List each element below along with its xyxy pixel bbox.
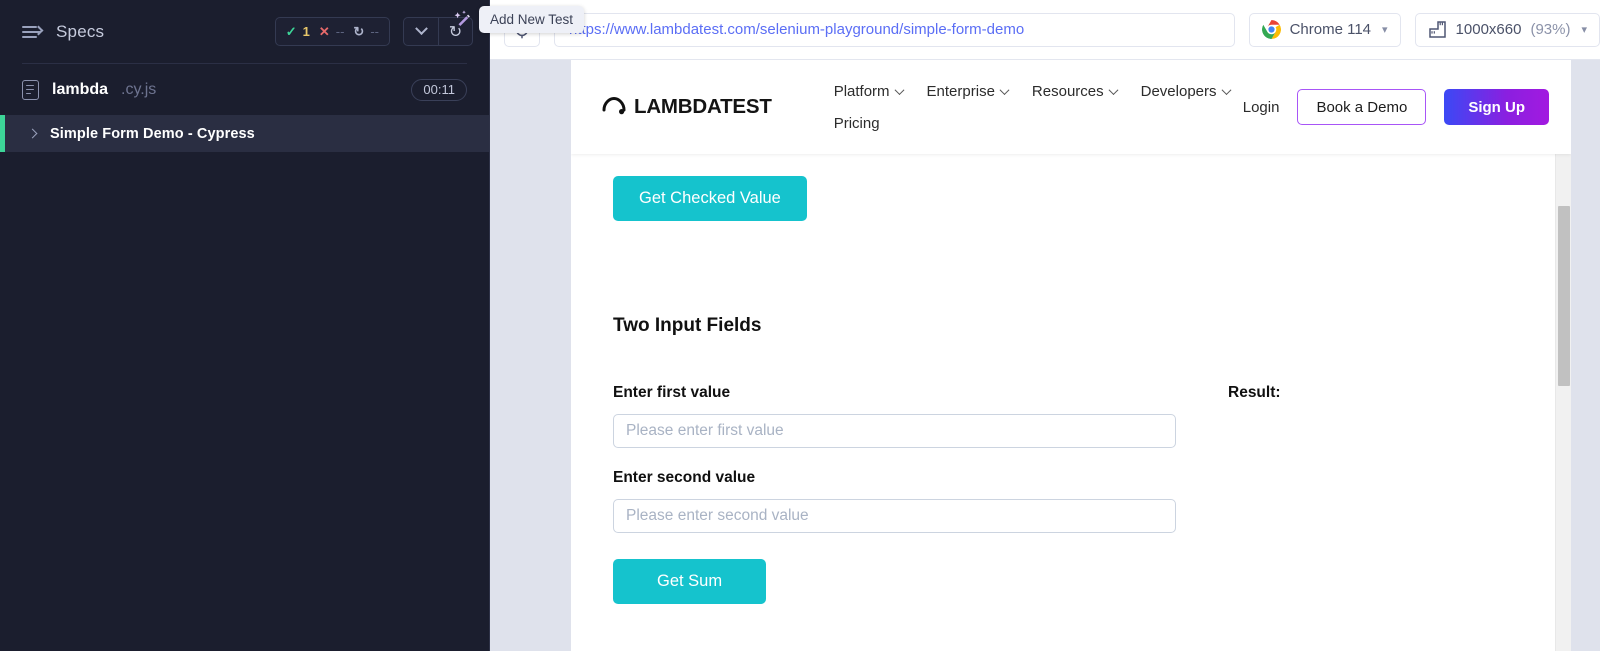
add-new-test-tooltip: Add New Test [479, 6, 585, 33]
get-checked-value-button[interactable]: Get Checked Value [613, 176, 807, 221]
page-content: Get Checked Value Two Input Fields Resul… [571, 154, 1571, 604]
viewport-zoom: (93%) [1530, 21, 1571, 38]
book-a-demo-button[interactable]: Book a Demo [1297, 89, 1427, 125]
second-value-label: Enter second value [613, 469, 756, 486]
scrollbar-thumb[interactable] [1558, 206, 1570, 386]
stat-pending-count: -- [370, 24, 379, 39]
stat-passed: ✓ 1 [286, 24, 310, 39]
specs-header-left: Specs [22, 22, 275, 42]
site-nav-actions: Login Book a Demo Sign Up [1243, 89, 1549, 125]
check-icon: ✓ [285, 24, 297, 39]
browser-preview-pane: https://www.lambdatest.com/selenium-play… [490, 0, 1600, 651]
section-title-two-input-fields: Two Input Fields [613, 315, 762, 336]
nav-item-resources[interactable]: Resources [1031, 82, 1119, 100]
collapse-all-button[interactable] [404, 18, 438, 45]
first-value-input[interactable] [613, 414, 1176, 448]
nav-item-pricing[interactable]: Pricing [834, 115, 880, 132]
second-value-input[interactable] [613, 499, 1176, 533]
nav-item-developers[interactable]: Developers [1140, 82, 1231, 100]
lambdatest-arch-logo-icon [601, 95, 627, 119]
login-link[interactable]: Login [1243, 99, 1280, 116]
stat-pending: ↻ -- [353, 24, 379, 39]
test-name: Simple Form Demo - Cypress [50, 125, 255, 142]
chevron-down-icon: ▾ [1581, 24, 1587, 36]
magic-wand-icon[interactable] [452, 8, 474, 30]
stat-passed-count: 1 [302, 24, 310, 39]
lambdatest-page: LAMBDATEST Platform Enterprise Resources [571, 60, 1571, 651]
nav-label: Platform [833, 82, 890, 100]
specs-list-icon[interactable] [22, 24, 44, 40]
sign-up-button[interactable]: Sign Up [1444, 89, 1549, 125]
nav-item-enterprise[interactable]: Enterprise [926, 82, 1010, 100]
cypress-test-runner: Specs ✓ 1 ✕ -- ↻ -- ↻ lambda .cy.js 00:1… [0, 0, 1600, 651]
cross-icon: ✕ [318, 24, 330, 39]
file-icon [22, 79, 39, 100]
app-viewport: LAMBDATEST Platform Enterprise Resources [490, 60, 1600, 651]
specs-sidebar: Specs ✓ 1 ✕ -- ↻ -- ↻ lambda .cy.js 00:1… [0, 0, 585, 651]
nav-label: Enterprise [926, 82, 995, 100]
specs-header: Specs ✓ 1 ✕ -- ↻ -- ↻ [0, 0, 489, 63]
chevron-down-icon [1108, 84, 1119, 95]
test-stats-group: ✓ 1 ✕ -- ↻ -- [274, 17, 390, 46]
chevron-down-icon [894, 84, 904, 95]
browser-url-bar: https://www.lambdatest.com/selenium-play… [490, 0, 1600, 60]
browser-selector[interactable]: Chrome 114 ▾ [1248, 12, 1401, 47]
specs-title: Specs [56, 21, 105, 41]
site-menu: Platform Enterprise Resources Developers… [834, 83, 1234, 132]
stat-failed-count: -- [335, 24, 345, 39]
test-row[interactable]: Simple Form Demo - Cypress [0, 115, 489, 152]
viewport-size: 1000x660 [1455, 21, 1522, 38]
chevron-down-icon [999, 84, 1010, 95]
spec-duration-badge: 00:11 [411, 78, 467, 101]
chevron-down-icon [1221, 84, 1231, 95]
chrome-icon [1261, 20, 1281, 39]
chevron-right-icon[interactable] [27, 128, 38, 139]
ruler-icon [1428, 20, 1447, 39]
stat-failed: ✕ -- [319, 24, 345, 39]
url-input[interactable]: https://www.lambdatest.com/selenium-play… [554, 12, 1235, 47]
nav-label: Developers [1140, 82, 1217, 100]
viewport-selector[interactable]: 1000x660 (93%) ▾ [1414, 12, 1600, 47]
site-navbar: LAMBDATEST Platform Enterprise Resources [571, 60, 1571, 154]
nav-item-platform[interactable]: Platform [833, 82, 904, 100]
spec-file-name: lambda [52, 80, 109, 98]
nav-label: Resources [1031, 82, 1104, 100]
site-logo[interactable]: LAMBDATEST [601, 95, 772, 119]
nav-label: Pricing [833, 114, 880, 132]
chevron-down-icon [414, 22, 428, 36]
spec-file-extension: .cy.js [121, 80, 157, 98]
chevron-down-icon: ▾ [1382, 24, 1388, 36]
spec-file-row[interactable]: lambda .cy.js 00:11 [0, 64, 489, 115]
site-logo-text: LAMBDATEST [634, 95, 772, 118]
refresh-circle-icon: ↻ [353, 24, 365, 39]
result-label: Result: [1228, 384, 1281, 401]
browser-label: Chrome 114 [1289, 21, 1372, 38]
first-value-label: Enter first value [613, 384, 731, 401]
get-sum-button[interactable]: Get Sum [613, 559, 767, 604]
